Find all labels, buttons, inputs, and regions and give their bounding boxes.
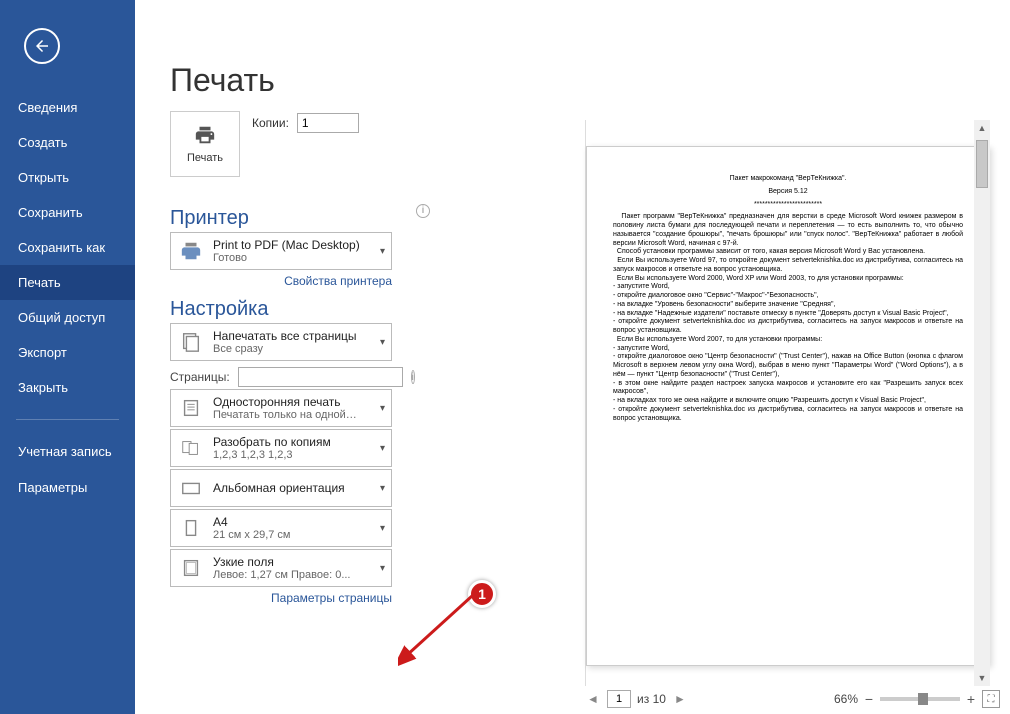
preview-bottom-bar: ◄ из 10 ► 66% − + ⛶: [585, 688, 1000, 710]
sidebar-item-экспорт[interactable]: Экспорт: [0, 335, 135, 370]
printer-properties-link[interactable]: Свойства принтера: [170, 274, 392, 288]
sidebar-item-сведения[interactable]: Сведения: [0, 90, 135, 125]
scroll-thumb[interactable]: [976, 140, 988, 188]
preview-page: Пакет макрокоманд "ВерТеКнижка". Версия …: [586, 146, 990, 666]
pages-input[interactable]: [238, 367, 403, 387]
prev-page-button[interactable]: ◄: [585, 691, 601, 707]
print-button[interactable]: Печать: [170, 111, 240, 177]
copies-input[interactable]: [297, 113, 359, 133]
scroll-up-icon[interactable]: ▲: [974, 120, 990, 136]
sides-select[interactable]: Односторонняя печать Печатать только на …: [170, 389, 392, 427]
annotation-badge: 1: [468, 580, 496, 608]
chevron-down-icon: ▾: [380, 443, 385, 454]
page-setup-link[interactable]: Параметры страницы: [170, 591, 392, 605]
current-page-input[interactable]: [607, 690, 631, 708]
sidebar-item-печать[interactable]: Печать: [0, 265, 135, 300]
fit-page-button[interactable]: ⛶: [982, 690, 1000, 708]
info-icon[interactable]: i: [416, 204, 430, 218]
chevron-down-icon: ▾: [380, 523, 385, 534]
pages-all-icon: [177, 328, 205, 356]
preview-scrollbar[interactable]: ▲ ▼: [974, 120, 990, 686]
zoom-in-button[interactable]: +: [964, 692, 978, 706]
landscape-icon: [177, 474, 205, 502]
page-title: Печать: [170, 62, 1010, 99]
page-total-label: из 10: [637, 692, 666, 706]
settings-section-title: Настройка: [170, 298, 430, 321]
sidebar-item-options[interactable]: Параметры: [0, 470, 135, 505]
pages-label: Страницы:: [170, 370, 230, 384]
printer-icon: [191, 124, 219, 146]
collate-select[interactable]: Разобрать по копиям 1,2,3 1,2,3 1,2,3 ▾: [170, 429, 392, 467]
print-preview: Пакет макрокоманд "ВерТеКнижка". Версия …: [585, 120, 990, 686]
printer-section-title: Принтер: [170, 207, 249, 230]
sidebar-item-сохранить-как[interactable]: Сохранить как: [0, 230, 135, 265]
chevron-down-icon: ▾: [380, 483, 385, 494]
arrow-left-icon: [33, 37, 51, 55]
printer-name: Print to PDF (Mac Desktop): [213, 238, 372, 252]
margins-icon: [177, 554, 205, 582]
chevron-down-icon: ▾: [380, 403, 385, 414]
main-area: Печать Печать Копии: Принтер i: [135, 0, 1010, 714]
back-button[interactable]: [24, 28, 60, 64]
page-size-icon: [177, 514, 205, 542]
chevron-down-icon: ▾: [380, 563, 385, 574]
print-button-label: Печать: [187, 152, 223, 164]
backstage-sidebar: СведенияСоздатьОткрытьСохранитьСохранить…: [0, 0, 135, 714]
print-range-select[interactable]: Напечатать все страницы Все сразу ▾: [170, 323, 392, 361]
zoom-out-button[interactable]: −: [862, 692, 876, 706]
orientation-select[interactable]: Альбомная ориентация ▾: [170, 469, 392, 507]
sidebar-item-account[interactable]: Учетная запись: [0, 434, 135, 470]
sidebar-item-создать[interactable]: Создать: [0, 125, 135, 160]
sidebar-item-общий-доступ[interactable]: Общий доступ: [0, 300, 135, 335]
collated-icon: [177, 434, 205, 462]
chevron-down-icon: ▾: [380, 246, 385, 257]
chevron-down-icon: ▾: [380, 337, 385, 348]
one-sided-icon: [177, 394, 205, 422]
zoom-slider[interactable]: [880, 697, 960, 701]
print-settings-panel: Печать Копии: Принтер i Print to PDF (Ma…: [170, 111, 430, 605]
paper-size-select[interactable]: A4 21 см x 29,7 см ▾: [170, 509, 392, 547]
margins-select[interactable]: Узкие поля Левое: 1,27 см Правое: 0... ▾: [170, 549, 392, 587]
zoom-label: 66%: [834, 692, 858, 706]
printer-select[interactable]: Print to PDF (Mac Desktop) Готово ▾: [170, 232, 392, 270]
printer-device-icon: [177, 237, 205, 265]
printer-status: Готово: [213, 252, 372, 264]
next-page-button[interactable]: ►: [672, 691, 688, 707]
sidebar-item-открыть[interactable]: Открыть: [0, 160, 135, 195]
sidebar-item-сохранить[interactable]: Сохранить: [0, 195, 135, 230]
copies-label: Копии:: [252, 116, 289, 130]
sidebar-item-закрыть[interactable]: Закрыть: [0, 370, 135, 405]
scroll-down-icon[interactable]: ▼: [974, 670, 990, 686]
info-icon[interactable]: i: [411, 370, 415, 384]
